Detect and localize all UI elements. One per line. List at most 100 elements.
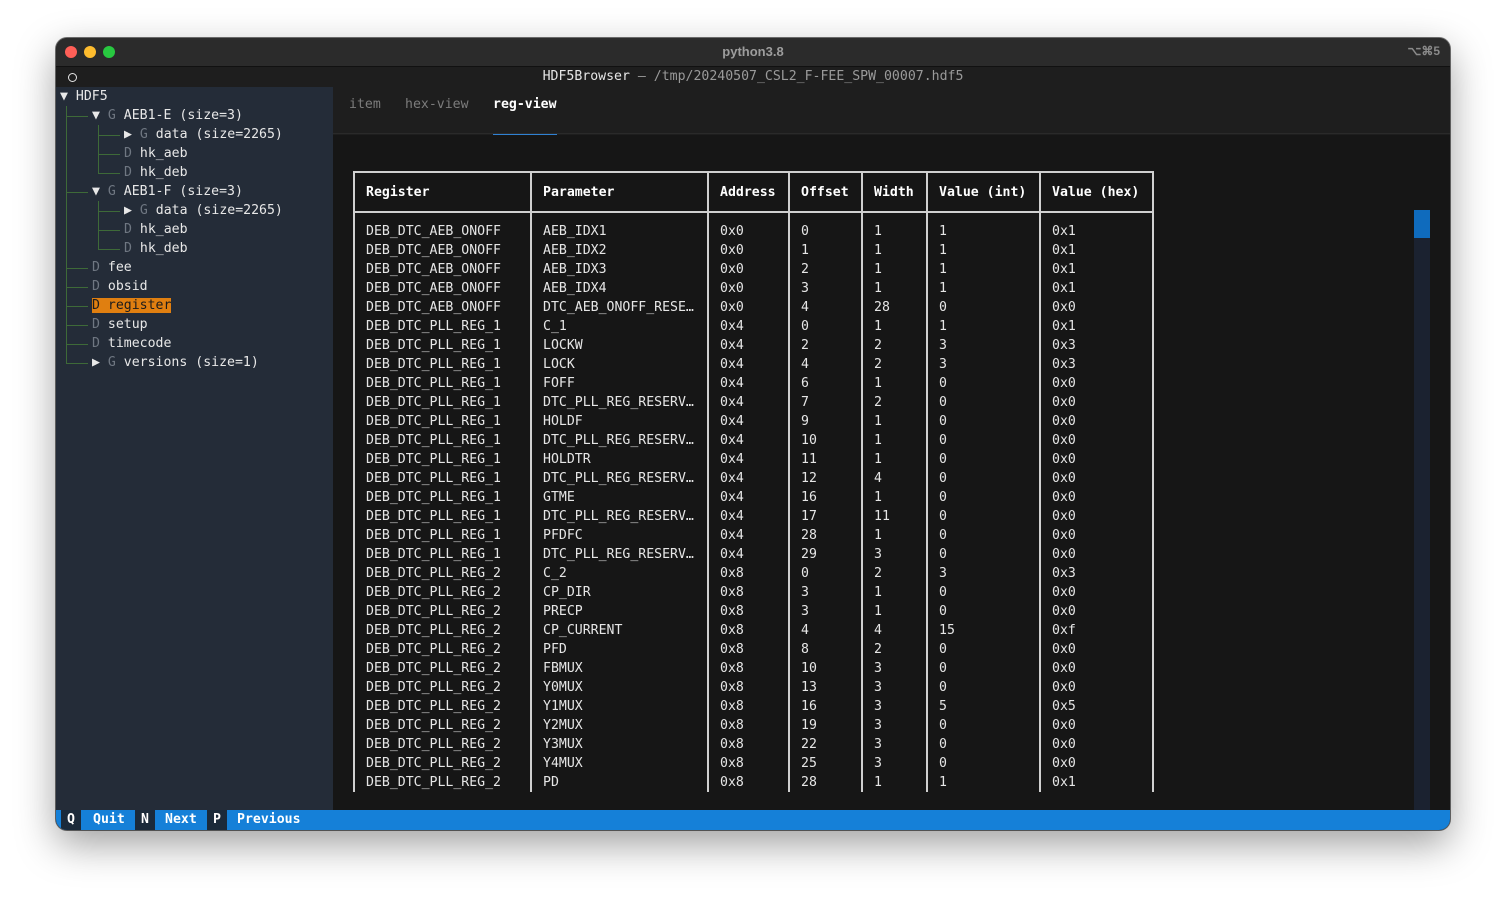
vertical-scrollbar[interactable] [1414,210,1430,810]
table-row[interactable]: DEB_DTC_PLL_REG_2 C_2 0x8 0 2 3 0x3 [353,564,1154,583]
tree-item-setup[interactable]: D setup [92,315,148,334]
cell-address: 0x8 [707,678,790,697]
tab-hex-view[interactable]: hex-view [405,97,469,112]
tree-sidebar[interactable]: ▼ HDF5 ▼ G AEB1-E (size=3) ▶ G data (siz… [56,87,333,810]
cell-value-hex: 0x1 [1039,222,1154,241]
quit-label[interactable]: Quit [93,810,125,830]
table-row[interactable]: DEB_DTC_PLL_REG_1 LOCK 0x4 4 2 3 0x3 [353,355,1154,374]
table-row[interactable]: DEB_DTC_PLL_REG_2 Y2MUX 0x8 19 3 0 0x0 [353,716,1154,735]
tab-reg-view[interactable]: reg-view [493,97,557,112]
column-header-address[interactable]: Address [707,171,790,213]
cell-value-hex: 0x1 [1039,260,1154,279]
table-spacer [353,212,1154,222]
tree-item-aeb1-e-data[interactable]: ▶ G data (size=2265) [124,125,283,144]
cell-address: 0x8 [707,621,790,640]
cell-offset: 7 [788,393,863,412]
table-row[interactable]: DEB_DTC_PLL_REG_2 Y0MUX 0x8 13 3 0 0x0 [353,678,1154,697]
down-triangle-icon: ▼ [60,89,76,104]
cell-value-hex: 0x0 [1039,583,1154,602]
table-row[interactable]: DEB_DTC_PLL_REG_1 GTME 0x4 16 1 0 0x0 [353,488,1154,507]
table-row[interactable]: DEB_DTC_PLL_REG_1 DTC_PLL_REG_RESERV… 0x4 1… [353,431,1154,450]
table-row[interactable]: DEB_DTC_PLL_REG_2 FBMUX 0x8 10 3 0 0x0 [353,659,1154,678]
tab-item[interactable]: item [349,97,381,112]
reg-view-content[interactable]: Register Parameter Address Offset Width … [333,135,1450,810]
table-row[interactable]: DEB_DTC_AEB_ONOFF AEB_IDX2 0x0 1 1 1 0x1 [353,241,1154,260]
table-row[interactable]: DEB_DTC_PLL_REG_1 DTC_PLL_REG_RESERV… 0x4 7… [353,393,1154,412]
tree-item-aeb1-e-hk-aeb[interactable]: D hk_aeb [124,144,188,163]
scrollbar-thumb[interactable] [1414,210,1430,238]
table-row[interactable]: DEB_DTC_PLL_REG_1 HOLDTR 0x4 11 1 0 0x0 [353,450,1154,469]
tree-item-aeb1-e[interactable]: ▼ G AEB1-E (size=3) [92,106,243,125]
table-row[interactable]: DEB_DTC_PLL_REG_1 HOLDF 0x4 9 1 0 0x0 [353,412,1154,431]
table-row[interactable]: DEB_DTC_PLL_REG_1 C_1 0x4 0 1 1 0x1 [353,317,1154,336]
cell-width: 2 [861,564,928,583]
tree-item-aeb1-f-hk-deb[interactable]: D hk_deb [124,239,188,258]
table-row[interactable]: DEB_DTC_AEB_ONOFF AEB_IDX4 0x0 3 1 1 0x1 [353,279,1154,298]
table-row[interactable]: DEB_DTC_PLL_REG_2 Y4MUX 0x8 25 3 0 0x0 [353,754,1154,773]
previous-label[interactable]: Previous [237,810,301,830]
table-row[interactable]: DEB_DTC_PLL_REG_2 CP_CURRENT 0x8 4 4 15 0xf [353,621,1154,640]
table-row[interactable]: DEB_DTC_AEB_ONOFF AEB_IDX3 0x0 2 1 1 0x1 [353,260,1154,279]
tree-item-kind: D [124,146,132,161]
tree-item-aeb1-f[interactable]: ▼ G AEB1-F (size=3) [92,182,243,201]
tree-item-aeb1-e-hk-deb[interactable]: D hk_deb [124,163,188,182]
column-header-width[interactable]: Width [861,171,928,213]
tree-item-register[interactable]: D register [92,296,172,315]
cell-width: 1 [861,602,928,621]
tree-item-obsid[interactable]: D obsid [92,277,148,296]
tree-item-label: fee [107,260,132,275]
cell-value-int: 0 [926,488,1041,507]
table-row[interactable]: DEB_DTC_PLL_REG_1 LOCKW 0x4 2 2 3 0x3 [353,336,1154,355]
column-header-parameter[interactable]: Parameter [530,171,709,213]
tree-item-fee[interactable]: D fee [92,258,132,277]
table-row[interactable]: DEB_DTC_PLL_REG_1 DTC_PLL_REG_RESERV… 0x4 1… [353,469,1154,488]
table-row[interactable]: DEB_DTC_PLL_REG_1 FOFF 0x4 6 1 0 0x0 [353,374,1154,393]
table-row[interactable]: DEB_DTC_PLL_REG_2 Y3MUX 0x8 22 3 0 0x0 [353,735,1154,754]
tree-item-label: timecode [107,336,172,351]
cell-register: DEB_DTC_AEB_ONOFF [353,222,532,241]
cell-offset: 1 [788,241,863,260]
cell-register: DEB_DTC_AEB_ONOFF [353,298,532,317]
next-key[interactable]: N [135,810,155,830]
table-row[interactable]: DEB_DTC_PLL_REG_2 PFD 0x8 8 2 0 0x0 [353,640,1154,659]
register-table: Register Parameter Address Offset Width … [353,171,1154,792]
tree-item-aeb1-f-data[interactable]: ▶ G data (size=2265) [124,201,283,220]
table-row[interactable]: DEB_DTC_AEB_ONOFF DTC_AEB_ONOFF_RESE… 0x0 4… [353,298,1154,317]
cell-parameter: AEB_IDX4 [530,279,709,298]
table-row[interactable]: DEB_DTC_PLL_REG_1 PFDFC 0x4 28 1 0 0x0 [353,526,1154,545]
table-row[interactable]: DEB_DTC_PLL_REG_1 DTC_PLL_REG_RESERV… 0x4 2… [353,545,1154,564]
cell-address: 0x4 [707,450,790,469]
table-row[interactable]: DEB_DTC_PLL_REG_1 DTC_PLL_REG_RESERV… 0x4 1… [353,507,1154,526]
cell-address: 0x4 [707,393,790,412]
cell-register: DEB_DTC_PLL_REG_2 [353,640,532,659]
column-header-value-hex[interactable]: Value (hex) [1039,171,1154,213]
column-header-offset[interactable]: Offset [788,171,863,213]
table-row[interactable]: DEB_DTC_PLL_REG_2 Y1MUX 0x8 16 3 5 0x5 [353,697,1154,716]
tree-item-timecode[interactable]: D timecode [92,334,171,353]
cell-value-int: 0 [926,735,1041,754]
tree-item-aeb1-f-hk-aeb[interactable]: D hk_aeb [124,220,188,239]
cell-width: 3 [861,659,928,678]
quit-key[interactable]: Q [61,810,81,830]
column-header-value-int[interactable]: Value (int) [926,171,1041,213]
next-label[interactable]: Next [165,810,197,830]
table-row[interactable]: DEB_DTC_PLL_REG_2 PD 0x8 28 1 1 0x1 [353,773,1154,792]
tree-root[interactable]: ▼ HDF5 [60,87,108,106]
cell-register: DEB_DTC_AEB_ONOFF [353,279,532,298]
tree-item-kind: G [139,127,148,142]
cell-width: 1 [861,583,928,602]
cell-offset: 3 [788,602,863,621]
cell-parameter: PFDFC [530,526,709,545]
tree-guide [66,363,88,364]
table-row[interactable]: DEB_DTC_AEB_ONOFF AEB_IDX1 0x0 0 1 1 0x1 [353,222,1154,241]
tree-item-versions[interactable]: ▶ G versions (size=1) [92,353,259,372]
table-row[interactable]: DEB_DTC_PLL_REG_2 PRECP 0x8 3 1 0 0x0 [353,602,1154,621]
table-row[interactable]: DEB_DTC_PLL_REG_2 CP_DIR 0x8 3 1 0 0x0 [353,583,1154,602]
tree-guide [98,154,120,155]
cell-width: 3 [861,716,928,735]
column-header-register[interactable]: Register [353,171,532,213]
cell-value-hex: 0x3 [1039,336,1154,355]
tree-guide [98,211,120,212]
previous-key[interactable]: P [207,810,227,830]
cell-register: DEB_DTC_PLL_REG_1 [353,469,532,488]
